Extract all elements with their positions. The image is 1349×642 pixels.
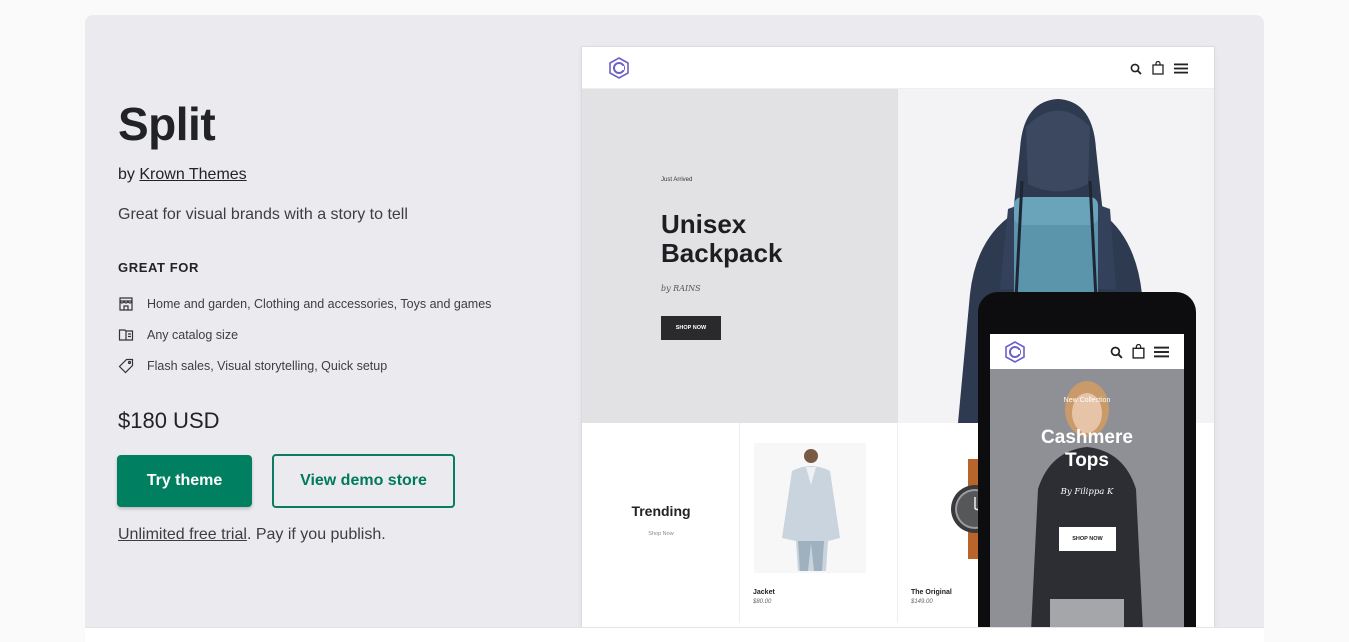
- feature-text: Flash sales, Visual storytelling, Quick …: [147, 359, 388, 373]
- mobile-hero-eyebrow: New Collection: [1063, 397, 1111, 404]
- theme-tagline: Great for visual brands with a story to …: [118, 206, 408, 223]
- model-image: [990, 369, 1184, 642]
- product-price: $80.00: [753, 599, 772, 605]
- store-logo-icon: [609, 57, 629, 79]
- theme-hero-card: Split by Krown Themes Great for visual b…: [85, 15, 1264, 642]
- search-icon: [1110, 346, 1123, 359]
- store-icon: [119, 297, 133, 311]
- mobile-hero-title: Cashmere Tops: [990, 426, 1184, 472]
- menu-icon: [1174, 63, 1188, 74]
- hero-eyebrow: Just Arrived: [661, 177, 693, 183]
- mobile-hero-byline: By Filippa K: [1060, 487, 1114, 497]
- catalog-icon: [118, 329, 134, 341]
- cart-icon: [1132, 344, 1145, 359]
- menu-icon: [1154, 346, 1169, 358]
- hero-shop-now-button[interactable]: SHOP NOW: [661, 316, 721, 340]
- mobile-hero-title-line: Cashmere: [1041, 427, 1133, 448]
- mobile-hero-title-line: Tops: [1065, 450, 1109, 471]
- search-icon: [1130, 63, 1142, 75]
- product-price: $149.00: [911, 599, 933, 605]
- product-name: The Original: [911, 589, 952, 596]
- hero-title-line: Unisex: [661, 209, 747, 239]
- mobile-preview: New Collection Cashmere Tops By Filippa …: [978, 292, 1196, 642]
- unlimited-trial-link[interactable]: Unlimited free trial: [118, 526, 247, 543]
- feature-text: Any catalog size: [147, 328, 239, 342]
- mobile-navbar: [990, 334, 1184, 369]
- feature-item-catalog: Any catalog size: [118, 327, 238, 343]
- next-section-edge: [85, 627, 1264, 642]
- view-demo-store-button[interactable]: View demo store: [272, 454, 455, 508]
- hero-byline: by RAINS: [661, 284, 701, 293]
- tag-icon: [118, 358, 134, 374]
- byline: by Krown Themes: [118, 166, 247, 184]
- theme-price: $180 USD: [118, 408, 220, 433]
- trial-note: Unlimited free trial. Pay if you publish…: [118, 526, 386, 544]
- feature-item-industries: Home and garden, Clothing and accessorie…: [118, 296, 491, 312]
- preview-navbar: [582, 47, 1214, 89]
- mobile-screen: New Collection Cashmere Tops By Filippa …: [990, 334, 1184, 642]
- hero-title: Unisex Backpack: [661, 210, 861, 268]
- feature-item-features: Flash sales, Visual storytelling, Quick …: [118, 358, 387, 374]
- theme-title: Split: [118, 98, 216, 150]
- trending-cell: [582, 423, 740, 623]
- product-name: Jacket: [753, 589, 775, 596]
- mobile-hero: [990, 369, 1184, 642]
- store-logo-icon: [1005, 341, 1025, 363]
- try-theme-button[interactable]: Try theme: [117, 455, 252, 507]
- mobile-shop-now-button[interactable]: SHOP NOW: [1059, 527, 1116, 551]
- feature-text: Home and garden, Clothing and accessorie…: [147, 297, 492, 311]
- trending-title: Trending: [631, 503, 691, 519]
- great-for-heading: GREAT FOR: [118, 260, 199, 275]
- byline-prefix: by: [118, 166, 135, 183]
- hero-title-line: Backpack: [661, 238, 783, 268]
- jacket-image: [754, 443, 866, 573]
- trending-shop-link[interactable]: Shop Now: [582, 531, 740, 537]
- trial-note-text: . Pay if you publish.: [246, 526, 386, 543]
- author-link[interactable]: Krown Themes: [139, 166, 246, 183]
- cart-icon: [1152, 61, 1164, 75]
